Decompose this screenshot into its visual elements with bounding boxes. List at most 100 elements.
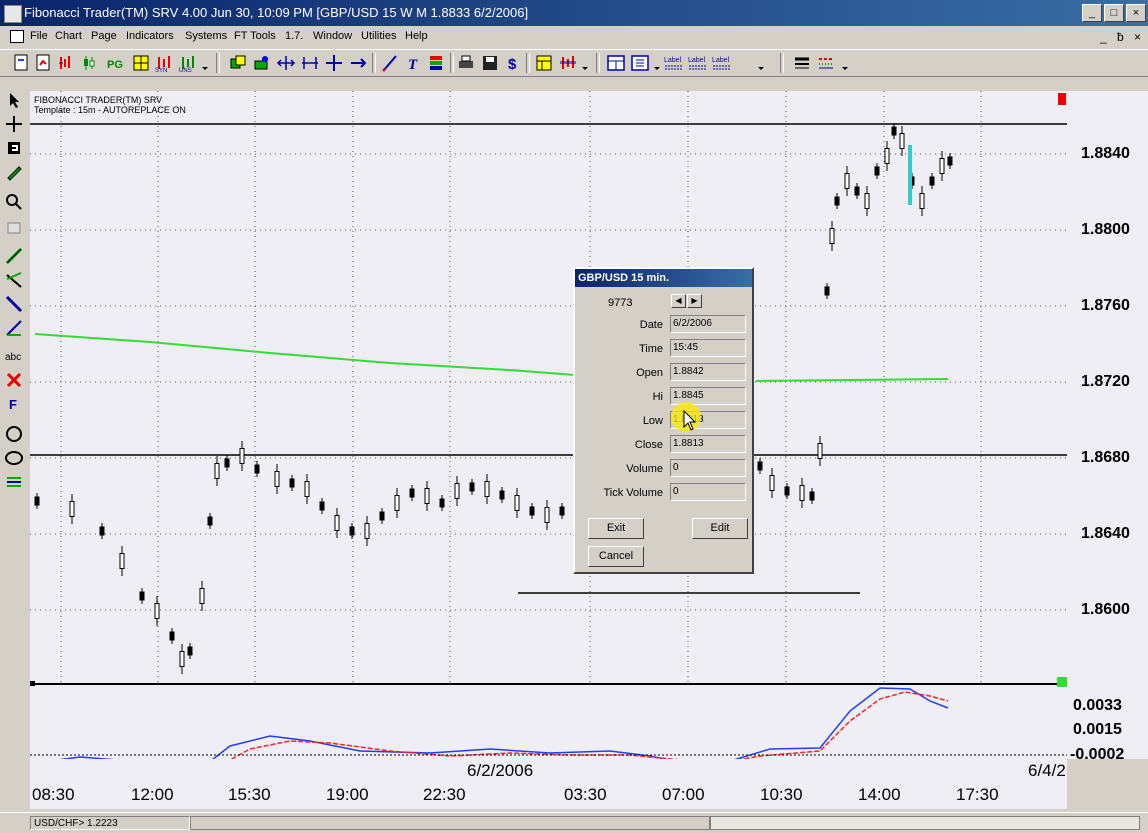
selected-bar: [908, 145, 912, 205]
label-button-3[interactable]: Label: [711, 53, 733, 73]
menu-utilities[interactable]: Utilities: [361, 30, 396, 42]
new-chart-icon[interactable]: [12, 53, 32, 73]
candle-body: [274, 471, 280, 487]
delete-drawing-icon[interactable]: [4, 370, 24, 390]
text-abc-icon[interactable]: abc: [4, 346, 24, 366]
dropdown-arrow-icon[interactable]: [652, 53, 662, 73]
candle-chart-icon[interactable]: [80, 53, 100, 73]
edit-button[interactable]: Edit: [692, 518, 748, 539]
candle-body: [469, 482, 475, 492]
mdi-close-button[interactable]: ×: [1134, 30, 1141, 44]
palette-icon[interactable]: [426, 53, 446, 73]
pointer-icon[interactable]: [4, 90, 24, 110]
maximize-button[interactable]: □: [1104, 4, 1124, 22]
menu-chart[interactable]: Chart: [55, 30, 82, 42]
chart-canvas[interactable]: [30, 91, 1067, 759]
parallel-lines-icon[interactable]: [4, 472, 24, 492]
crosshair-tool-icon[interactable]: [4, 114, 24, 134]
exit-button[interactable]: Exit: [588, 518, 644, 539]
close-button[interactable]: ×: [1126, 4, 1146, 22]
next-record-button[interactable]: ▶: [687, 294, 702, 308]
candle-body: [484, 481, 490, 497]
expand-icon[interactable]: [300, 53, 320, 73]
pg-icon[interactable]: PG: [105, 53, 125, 73]
menu-window[interactable]: Window: [313, 30, 352, 42]
menu-indicators[interactable]: Indicators: [126, 30, 174, 42]
line-weight-icon[interactable]: [792, 53, 812, 73]
menu-help[interactable]: Help: [405, 30, 428, 42]
window-cascade-icon[interactable]: [630, 53, 650, 73]
line-style-icon[interactable]: [816, 53, 836, 73]
menu-file[interactable]: File: [30, 30, 48, 42]
mdi-document-icon[interactable]: [10, 30, 24, 43]
pencil-icon[interactable]: [4, 162, 24, 182]
cancel-button[interactable]: Cancel: [588, 546, 644, 567]
bar-chart-icon[interactable]: [56, 53, 76, 73]
window-tile-icon[interactable]: [606, 53, 626, 73]
title-bar: Fibonacci Trader(TM) SRV 4.00 Jun 30, 10…: [0, 0, 1148, 26]
menu-systems[interactable]: Systems: [185, 30, 227, 42]
dropdown-arrow-icon[interactable]: [200, 53, 210, 73]
compress-icon[interactable]: [276, 53, 296, 73]
time-field[interactable]: 15:45: [670, 339, 746, 357]
price-axis[interactable]: 1.8840 1.8800 1.8760 1.8720 1.8680 1.864…: [1067, 91, 1148, 763]
menu-version[interactable]: 1.7.: [285, 30, 303, 42]
price-chart[interactable]: FIBONACCI TRADER(TM) SRV Template : 15m …: [30, 91, 1067, 759]
dropdown-arrow-icon[interactable]: [840, 53, 850, 73]
mdi-restore-button[interactable]: ƀ: [1117, 30, 1124, 44]
toolbar-separator: [372, 53, 376, 73]
fib-tool-icon[interactable]: [4, 318, 24, 338]
previous-record-button[interactable]: ◀: [671, 294, 686, 308]
horizontal-scrollbar-thumb[interactable]: [710, 816, 1140, 830]
indicator-icon[interactable]: [558, 53, 578, 73]
oscillator-axis-label: 0.0033: [1073, 697, 1122, 714]
open-chart-icon[interactable]: [34, 53, 54, 73]
print-icon[interactable]: [456, 53, 476, 73]
zoom-icon[interactable]: [252, 53, 272, 73]
price-axis-label: 1.8640: [1081, 525, 1130, 542]
price-axis-label: 1.8600: [1081, 601, 1130, 618]
minimize-button[interactable]: _: [1082, 4, 1102, 22]
price-axis-label: 1.8800: [1081, 221, 1130, 238]
dropdown-arrow-icon[interactable]: [756, 53, 766, 73]
trendline-icon[interactable]: [380, 53, 400, 73]
grid-icon[interactable]: [131, 53, 151, 73]
layers-icon[interactable]: [228, 53, 248, 73]
horizontal-scrollbar-track[interactable]: [190, 816, 710, 830]
text-tool-icon[interactable]: T: [404, 53, 424, 73]
zoom-tool-icon[interactable]: [4, 192, 24, 212]
channel-tool-icon[interactable]: [4, 270, 24, 290]
open-field[interactable]: 1.8842: [670, 363, 746, 381]
date-field[interactable]: 6/2/2006: [670, 315, 746, 333]
eraser-icon[interactable]: [4, 218, 24, 238]
app-icon[interactable]: [4, 5, 22, 23]
menu-ft-tools[interactable]: FT Tools: [234, 30, 276, 42]
sync-icon[interactable]: SYN: [154, 53, 174, 74]
label-button-1[interactable]: Label: [663, 53, 685, 73]
close-label: Close: [634, 439, 663, 451]
toolbar-separator: [450, 53, 454, 73]
mdi-minimize-button[interactable]: _: [1100, 30, 1107, 44]
ellipse-tool-icon[interactable]: [4, 448, 24, 468]
ray-tool-icon[interactable]: [4, 294, 24, 314]
dropdown-arrow-icon[interactable]: [580, 53, 590, 73]
unsync-icon[interactable]: UNS: [178, 53, 198, 74]
circle-tool-icon[interactable]: [4, 424, 24, 444]
menu-page[interactable]: Page: [91, 30, 117, 42]
template-icon[interactable]: [534, 53, 554, 73]
fib-f-icon[interactable]: F: [4, 394, 24, 414]
time-axis[interactable]: 6/2/2006 6/4/2 08:30 12:00 15:30 19:00 2…: [30, 759, 1067, 809]
close-field[interactable]: 1.8813: [670, 435, 746, 453]
volume-field[interactable]: 0: [670, 459, 746, 477]
tick-volume-field[interactable]: 0: [670, 483, 746, 501]
candle-body: [817, 443, 823, 459]
scroll-right-icon[interactable]: [348, 53, 368, 73]
save-image-icon[interactable]: [480, 53, 500, 73]
magnet-icon[interactable]: [4, 138, 24, 158]
crosshair-icon[interactable]: [324, 53, 344, 73]
trendline-tool-icon[interactable]: [4, 246, 24, 266]
pane-handle: [1057, 677, 1067, 687]
time-label: 17:30: [956, 785, 999, 804]
label-button-2[interactable]: Label: [687, 53, 709, 73]
dollar-icon[interactable]: $: [504, 53, 524, 73]
